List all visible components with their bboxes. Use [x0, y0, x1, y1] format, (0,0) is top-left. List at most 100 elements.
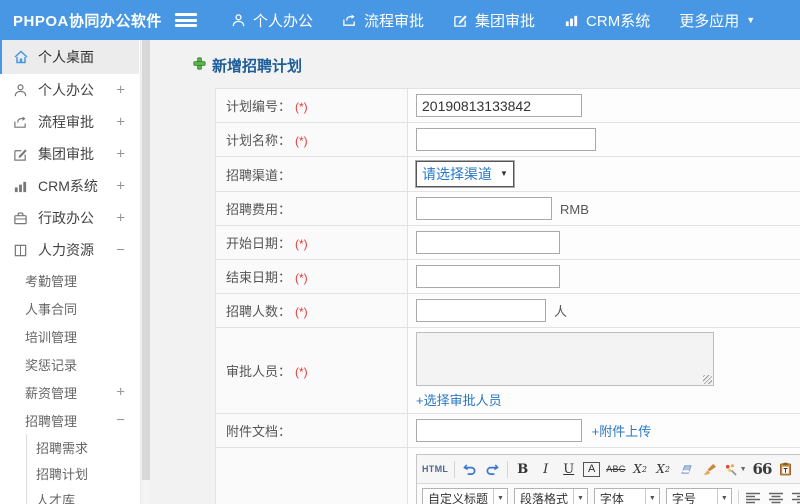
expand-plus-icon[interactable]: + — [116, 384, 125, 401]
align-center-icon[interactable] — [768, 489, 785, 504]
start-date-input[interactable] — [416, 231, 560, 254]
user-icon — [12, 82, 29, 99]
caret-down-icon: ▼ — [572, 488, 587, 504]
form-row-approvers: 审批人员： (*) +选择审批人员 — [215, 327, 800, 414]
approvers-textarea[interactable] — [416, 332, 714, 386]
required-mark: (*) — [295, 237, 308, 251]
edit-icon — [453, 13, 468, 28]
editor-toolbar-row1: HTML B I U A ABC X 2 X 2 ▼ 66 — [417, 455, 800, 484]
expand-plus-icon[interactable]: + — [116, 210, 125, 227]
caret-down-icon: ▼ — [739, 465, 747, 473]
headcount-input[interactable] — [416, 299, 546, 322]
nav-item-crm-system[interactable]: CRM系统 — [564, 10, 650, 31]
sidebar-item-salary-mgmt[interactable]: 薪资管理 + — [0, 378, 139, 406]
field-label: 审批人员： — [226, 364, 292, 379]
field-label: 附件文档： — [226, 424, 292, 439]
redo-icon[interactable] — [484, 460, 501, 479]
field-label: 计划编号： — [226, 99, 292, 114]
sidebar-item-recruit-plan[interactable]: 招聘计划 — [27, 460, 137, 486]
nav-item-workflow-approval[interactable]: 流程审批 — [342, 10, 424, 31]
form-row-cost: 招聘费用： RMB — [215, 191, 800, 226]
sidebar-item-recruit-mgmt[interactable]: 招聘管理 − — [0, 406, 139, 434]
sidebar-item-talent-pool[interactable]: 人才库 — [27, 486, 137, 504]
hamburger-menu-icon[interactable] — [175, 13, 197, 27]
channel-select[interactable]: 请选择渠道 ▼ — [416, 161, 514, 187]
sidebar-item-personal-desktop[interactable]: 个人桌面 — [0, 40, 139, 74]
plan-name-input[interactable] — [416, 128, 596, 151]
paragraph-format-dropdown[interactable]: 段落格式 ▼ — [513, 487, 588, 504]
sidebar-item-recruit-demand[interactable]: 招聘需求 — [27, 434, 137, 460]
sidebar-scrollbar[interactable] — [140, 40, 150, 504]
end-date-input[interactable] — [416, 265, 560, 288]
form-row-plan-number: 计划编号： (*) — [215, 88, 800, 123]
sidebar-item-label: 人才库 — [36, 492, 76, 504]
auto-typeset-icon[interactable]: ▼ — [724, 460, 747, 479]
expand-plus-icon[interactable]: + — [116, 114, 125, 131]
sidebar-item-reward-punishment[interactable]: 奖惩记录 — [0, 350, 139, 378]
sidebar-item-admin-office[interactable]: 行政办公 + — [0, 202, 139, 234]
page-title: 新增招聘计划 — [193, 55, 800, 76]
nav-item-group-approval[interactable]: 集团审批 — [453, 10, 535, 31]
caret-down-icon: ▼ — [500, 169, 508, 178]
briefcase-icon — [12, 210, 29, 227]
sidebar-item-hr-contract[interactable]: 人事合同 — [0, 294, 139, 322]
sidebar-item-label: 集团审批 — [38, 146, 94, 162]
headcount-unit: 人 — [554, 303, 568, 319]
expand-plus-icon[interactable]: + — [116, 146, 125, 163]
blockquote-button[interactable]: 66 — [753, 460, 773, 479]
undo-icon[interactable] — [461, 460, 478, 479]
paste-text-icon[interactable] — [777, 460, 794, 479]
attachment-upload-link[interactable]: +附件上传 — [592, 421, 652, 440]
sidebar-item-personal-office[interactable]: 个人办公 + — [0, 74, 139, 106]
custom-title-dropdown[interactable]: 自定义标题 ▼ — [422, 487, 508, 504]
sidebar-item-crm-system[interactable]: CRM系统 + — [0, 170, 139, 202]
sidebar-item-label: 人事合同 — [25, 301, 78, 317]
sidebar-item-training-mgmt[interactable]: 培训管理 — [0, 322, 139, 350]
collapse-minus-icon[interactable]: − — [116, 412, 125, 429]
form-row-attachment: 附件文档： +附件上传 — [215, 413, 800, 448]
field-label: 招聘人数： — [226, 304, 292, 319]
subscript-button[interactable]: X2 — [655, 460, 672, 479]
scrollbar-thumb[interactable] — [142, 40, 150, 480]
sidebar-item-label: 薪资管理 — [25, 385, 78, 401]
plan-number-input[interactable] — [416, 94, 582, 117]
expand-plus-icon[interactable]: + — [116, 82, 125, 99]
sidebar-item-label: 奖惩记录 — [25, 357, 78, 373]
sidebar-item-group-approval[interactable]: 集团审批 + — [0, 138, 139, 170]
sidebar-item-label: 招聘管理 — [25, 413, 78, 429]
align-left-icon[interactable] — [745, 489, 762, 504]
format-brush-icon[interactable] — [701, 460, 718, 479]
attachment-input[interactable] — [416, 419, 582, 442]
font-family-dropdown[interactable]: 字体 ▼ — [593, 487, 660, 504]
form-row-channel: 招聘渠道： 请选择渠道 ▼ — [215, 156, 800, 192]
superscript-button[interactable]: X2 — [632, 460, 649, 479]
sidebar-item-workflow-approval[interactable]: 流程审批 + — [0, 106, 139, 138]
bold-button[interactable]: B — [514, 460, 531, 479]
nav-item-personal-office[interactable]: 个人办公 — [231, 10, 313, 31]
form-row-plan-name: 计划名称： (*) — [215, 122, 800, 157]
nav-item-more-apps[interactable]: 更多应用 ▼ — [679, 10, 755, 31]
workflow-icon — [12, 114, 29, 131]
sidebar-item-label: 个人桌面 — [38, 49, 94, 65]
required-mark: (*) — [295, 134, 308, 148]
strikethrough-button[interactable]: ABC — [606, 460, 625, 479]
sidebar-item-label: 人力资源 — [38, 242, 94, 258]
choose-approvers-link[interactable]: +选择审批人员 — [416, 390, 502, 409]
italic-button[interactable]: I — [537, 460, 554, 479]
underline-button[interactable]: U — [560, 460, 577, 479]
field-label: 结束日期： — [226, 270, 292, 285]
font-border-button[interactable]: A — [583, 461, 601, 477]
align-right-icon[interactable] — [791, 489, 800, 504]
sidebar-item-attendance-mgmt[interactable]: 考勤管理 — [0, 266, 139, 294]
cost-input[interactable] — [416, 197, 552, 220]
font-size-dropdown[interactable]: 字号 ▼ — [665, 487, 732, 504]
collapse-minus-icon[interactable]: − — [116, 242, 125, 259]
required-mark: (*) — [295, 100, 308, 114]
caret-down-icon: ▼ — [493, 488, 507, 504]
html-source-button[interactable]: HTML — [422, 460, 448, 479]
field-label: 计划名称： — [226, 133, 292, 148]
sidebar-item-human-resources[interactable]: 人力资源 − — [0, 234, 139, 266]
expand-plus-icon[interactable]: + — [116, 178, 125, 195]
add-plus-icon — [193, 57, 206, 74]
eraser-icon[interactable] — [678, 460, 695, 479]
